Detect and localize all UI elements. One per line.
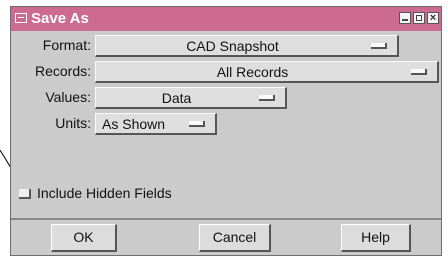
title-bar[interactable]: Save As ×	[11, 7, 441, 31]
records-label: Records:	[34, 63, 91, 79]
dropdown-indicator-icon	[411, 69, 427, 75]
close-icon[interactable]: ×	[427, 12, 439, 24]
include-hidden-checkbox[interactable]	[19, 189, 31, 199]
records-dropdown[interactable]: All Records	[95, 61, 439, 83]
dropdown-indicator-icon	[259, 95, 275, 101]
help-button[interactable]: Help	[341, 224, 411, 252]
window-menu-icon[interactable]	[15, 13, 27, 23]
values-value: Data	[161, 90, 192, 106]
minimize-icon[interactable]	[399, 12, 411, 24]
save-as-dialog: Save As × Format: CAD Snapshot Records: …	[10, 6, 442, 256]
format-label: Format:	[42, 37, 91, 53]
ok-button[interactable]: OK	[51, 224, 117, 252]
records-value: All Records	[216, 64, 289, 80]
format-value: CAD Snapshot	[186, 38, 279, 54]
cancel-button[interactable]: Cancel	[199, 224, 271, 252]
include-hidden-label[interactable]: Include Hidden Fields	[37, 185, 172, 201]
units-dropdown[interactable]: As Shown	[95, 113, 217, 135]
units-label: Units:	[55, 115, 91, 131]
values-label: Values:	[45, 89, 91, 105]
units-value: As Shown	[102, 116, 166, 132]
format-dropdown[interactable]: CAD Snapshot	[95, 35, 399, 57]
window-title: Save As	[31, 10, 89, 27]
dropdown-indicator-icon	[189, 121, 205, 127]
values-dropdown[interactable]: Data	[95, 87, 287, 109]
maximize-icon[interactable]	[413, 12, 425, 24]
dropdown-indicator-icon	[371, 43, 387, 49]
separator	[11, 218, 441, 220]
